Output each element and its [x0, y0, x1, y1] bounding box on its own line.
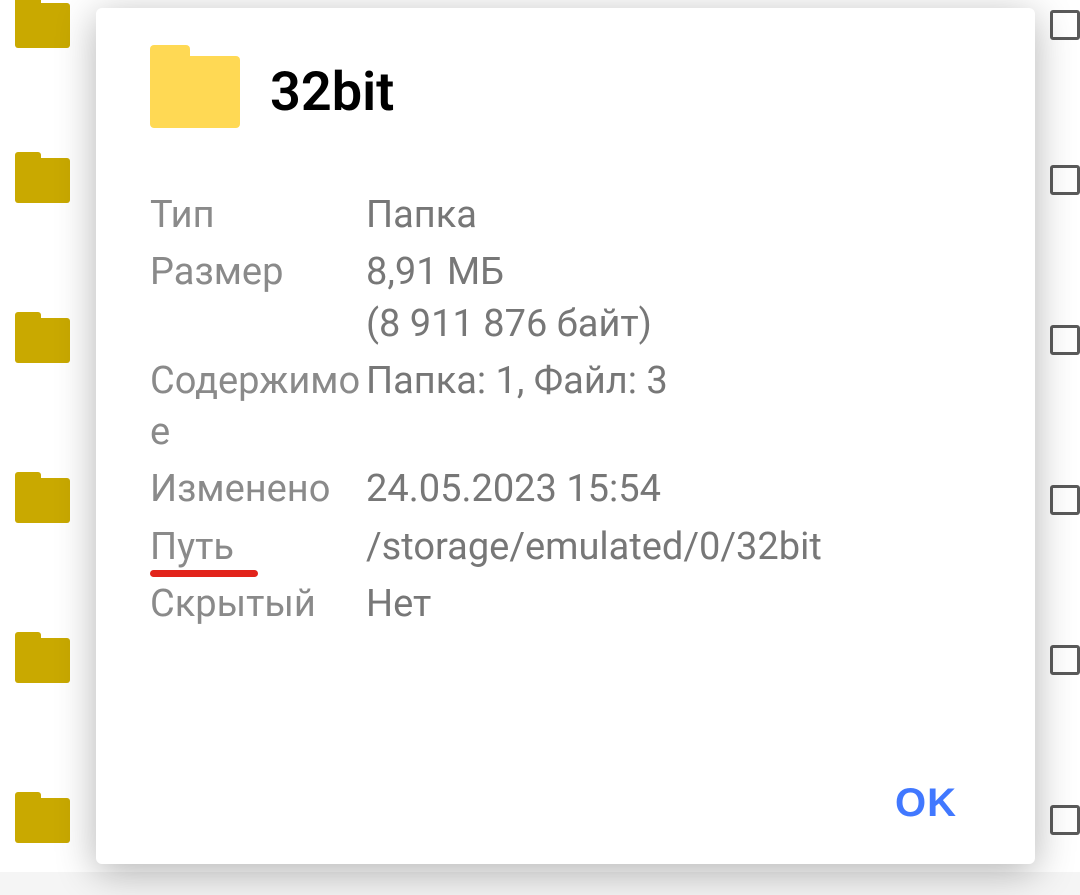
contents-label: Содержимое	[150, 356, 366, 459]
size-value: 8,91 МБ (8 911 876 байт)	[366, 247, 981, 350]
size-label: Размер	[150, 247, 366, 350]
checkbox	[1050, 485, 1080, 515]
properties-dialog: 32bit Тип Папка Размер 8,91 МБ (8 911 87…	[96, 8, 1035, 864]
ok-button[interactable]: OK	[871, 771, 981, 836]
folder-icon	[150, 56, 240, 128]
properties-table: Тип Папка Размер 8,91 МБ (8 911 876 байт…	[150, 190, 981, 630]
folder-icon	[15, 158, 70, 203]
folder-icon	[15, 798, 70, 843]
folder-icon	[15, 3, 70, 48]
hidden-value: Нет	[366, 579, 981, 630]
path-value: /storage/emulated/0/32bit	[366, 522, 981, 573]
type-label: Тип	[150, 190, 366, 241]
dialog-title: 32bit	[270, 61, 394, 124]
dialog-header: 32bit	[150, 56, 981, 128]
contents-value: Папка: 1, Файл: 3	[366, 356, 981, 459]
checkbox	[1050, 325, 1080, 355]
hidden-label: Скрытый	[150, 579, 366, 630]
folder-icon	[15, 318, 70, 363]
size-value-main: 8,91 МБ	[366, 250, 504, 294]
dialog-footer: OK	[150, 747, 981, 836]
modified-value: 24.05.2023 15:54	[366, 464, 981, 515]
checkbox	[1050, 805, 1080, 835]
type-value: Папка	[366, 190, 981, 241]
modified-label: Изменено	[150, 464, 366, 515]
checkbox	[1050, 645, 1080, 675]
folder-icon	[15, 478, 70, 523]
path-label: Путь	[150, 522, 366, 573]
checkbox	[1050, 10, 1080, 40]
folder-icon	[15, 638, 70, 683]
size-value-bytes: (8 911 876 байт)	[366, 299, 981, 350]
checkbox	[1050, 165, 1080, 195]
